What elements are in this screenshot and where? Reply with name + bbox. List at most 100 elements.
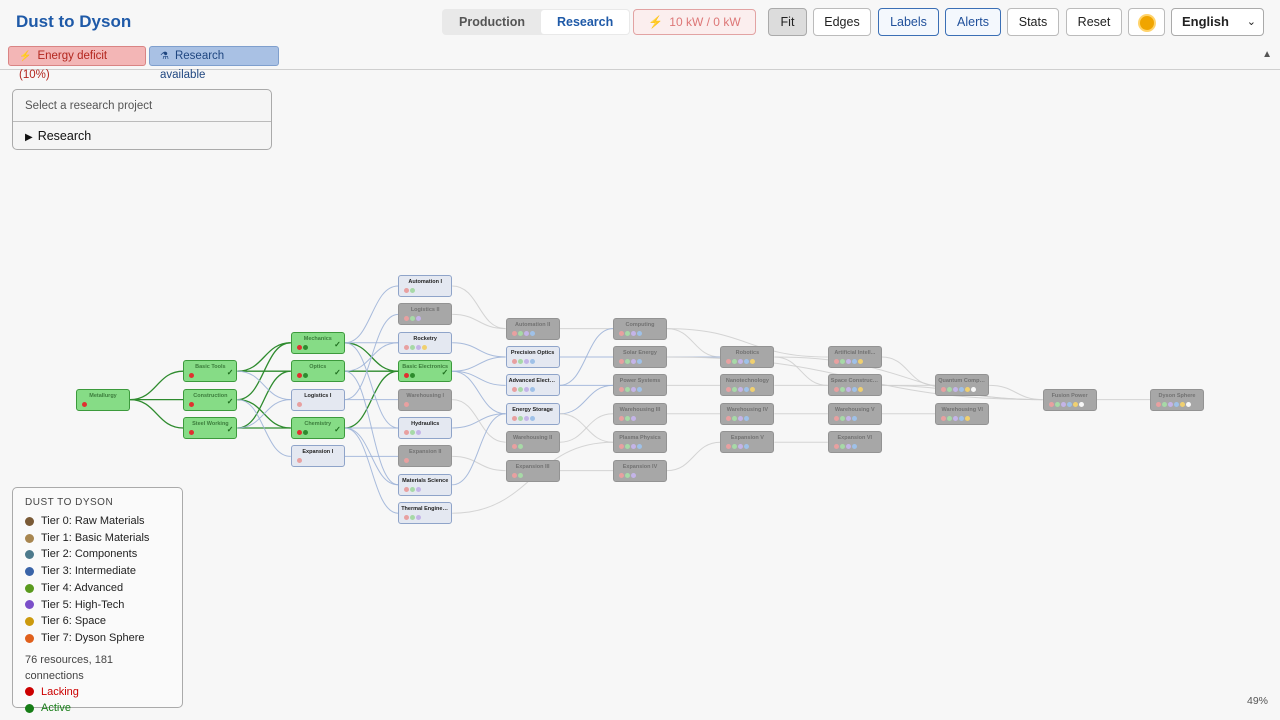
node-resource-dots xyxy=(726,387,756,393)
node-chemistry[interactable]: Chemistry ✓ xyxy=(290,417,345,439)
reset-button[interactable]: Reset xyxy=(1066,8,1122,36)
node-nanotechnology[interactable]: Nanotechnology xyxy=(720,374,775,397)
node-basic-electronics[interactable]: Basic Electronics ✓ xyxy=(398,360,453,383)
resource-dot-icon xyxy=(410,515,416,521)
resource-dot-icon xyxy=(625,444,630,450)
node-construction[interactable]: Construction ✓ xyxy=(183,388,238,411)
resource-dot-icon xyxy=(517,415,523,421)
resource-dot-icon xyxy=(839,415,845,421)
node-metallurgy[interactable]: Metallurgy xyxy=(76,388,130,411)
labels-button[interactable]: Labels xyxy=(878,8,939,36)
theme-toggle-button[interactable] xyxy=(1128,8,1165,36)
language-select[interactable]: English ⌄ xyxy=(1171,8,1264,36)
research-project-select[interactable]: Select a research project xyxy=(13,90,271,122)
node-expansion-6[interactable]: Expansion VI xyxy=(827,431,882,454)
node-dyson-sphere[interactable]: Dyson Sphere xyxy=(1150,388,1204,411)
node-steel-working[interactable]: Steel Working ✓ xyxy=(183,417,238,439)
tier-dot-icon xyxy=(25,633,34,643)
node-warehousing-3[interactable]: Warehousing III xyxy=(613,402,667,425)
node-logistics-2[interactable]: Logistics II xyxy=(398,303,453,326)
resource-dot-icon xyxy=(523,387,529,393)
research-available-label: Research available xyxy=(160,50,225,81)
resource-dot-icon xyxy=(1168,401,1173,407)
node-hydraulics[interactable]: Hydraulics xyxy=(398,417,453,439)
tab-production[interactable]: Production xyxy=(443,10,541,34)
alerts-button[interactable]: Alerts xyxy=(945,8,1001,36)
resource-dot-icon xyxy=(833,444,839,450)
resource-dot-icon xyxy=(619,359,624,364)
node-automation-1[interactable]: Automation I xyxy=(398,275,453,297)
node-power-systems[interactable]: Power Systems xyxy=(613,374,667,397)
node-plasma-physics[interactable]: Plasma Physics xyxy=(613,431,667,454)
node-expansion-4[interactable]: Expansion IV xyxy=(613,459,667,482)
research-available-alert[interactable]: ⚗ Research available xyxy=(149,46,279,81)
node-warehousing-6[interactable]: Warehousing VI xyxy=(935,402,990,425)
node-expansion-5[interactable]: Expansion V xyxy=(720,431,775,454)
resource-dot-icon xyxy=(529,359,535,364)
legend-active-label: Active xyxy=(41,702,71,715)
node-mechanics[interactable]: Mechanics ✓ xyxy=(290,331,345,354)
node-automation-2[interactable]: Automation II xyxy=(505,317,560,340)
tab-research[interactable]: Research xyxy=(540,10,630,34)
stats-button[interactable]: Stats xyxy=(1007,8,1059,36)
checkmark-icon: ✓ xyxy=(334,425,341,434)
node-solar-energy[interactable]: Solar Energy xyxy=(613,346,667,368)
resource-dot-icon xyxy=(404,344,410,350)
node-label: Robotics xyxy=(735,350,760,356)
energy-deficit-alert[interactable]: ⚡ Energy deficit (10%) xyxy=(8,46,146,81)
node-expansion-1[interactable]: Expansion I xyxy=(290,445,345,468)
edge-basic-tools-to-logistics-1 xyxy=(237,370,291,401)
resource-dot-icon xyxy=(1072,401,1078,407)
node-resource-dots xyxy=(404,316,422,322)
fit-button[interactable]: Fit xyxy=(768,8,807,36)
node-fusion-power[interactable]: Fusion Power xyxy=(1042,388,1097,411)
node-energy-storage[interactable]: Energy Storage xyxy=(505,402,560,425)
node-space-construction[interactable]: Space Construction xyxy=(827,374,882,397)
node-expansion-2[interactable]: Expansion II xyxy=(398,445,453,468)
collapse-alerts-icon[interactable]: ▲ xyxy=(1262,49,1272,60)
resource-dot-icon xyxy=(625,359,630,364)
node-label: Hydraulics xyxy=(411,421,440,427)
resource-dot-icon xyxy=(732,387,738,393)
node-rocketry[interactable]: Rocketry xyxy=(398,331,453,354)
node-quantum-computing[interactable]: Quantum Computing xyxy=(935,374,990,397)
edges-button[interactable]: Edges xyxy=(813,8,871,36)
resource-dot-icon xyxy=(1156,401,1161,407)
node-expansion-3[interactable]: Expansion III xyxy=(505,459,560,482)
research-summary-toggle[interactable]: ▶ Research xyxy=(13,122,271,152)
node-basic-tools[interactable]: Basic Tools ✓ xyxy=(183,360,238,383)
node-thermal-engineering[interactable]: Thermal Engineeri... xyxy=(398,502,453,525)
node-optics[interactable]: Optics ✓ xyxy=(290,360,345,383)
node-label: Automation I xyxy=(408,279,442,285)
node-warehousing-4[interactable]: Warehousing IV xyxy=(720,402,775,425)
node-materials-science[interactable]: Materials Science xyxy=(398,473,453,496)
node-label: Warehousing I xyxy=(406,392,445,399)
node-artificial-intelligence[interactable]: Artificial Intell... xyxy=(827,346,882,368)
node-resource-dots xyxy=(726,444,750,450)
resource-dot-icon xyxy=(416,430,422,435)
resource-dot-icon xyxy=(947,415,953,421)
power-indicator[interactable]: ⚡ 10 kW / 0 kW xyxy=(633,9,756,35)
node-warehousing-1[interactable]: Warehousing I xyxy=(398,388,453,411)
resource-dot-icon xyxy=(625,387,630,393)
resource-dot-icon xyxy=(410,316,416,322)
node-computing[interactable]: Computing xyxy=(613,317,667,340)
tier-dot-icon xyxy=(25,566,34,576)
node-robotics[interactable]: Robotics xyxy=(720,346,775,368)
node-precision-optics[interactable]: Precision Optics xyxy=(505,346,560,368)
node-warehousing-2[interactable]: Warehousing II xyxy=(505,431,560,454)
resource-dot-icon xyxy=(511,330,517,336)
resource-dot-icon xyxy=(833,359,839,364)
node-label: Solar Energy xyxy=(623,350,657,356)
resource-dot-icon xyxy=(833,387,839,393)
resource-dot-icon xyxy=(404,288,410,293)
resource-dot-icon xyxy=(941,387,947,393)
resource-dot-icon xyxy=(404,401,410,407)
node-warehousing-5[interactable]: Warehousing V xyxy=(827,402,882,425)
node-advanced-electronics[interactable]: Advanced Electron... xyxy=(505,374,560,397)
node-logistics-1[interactable]: Logistics I xyxy=(290,388,345,411)
edge-expansion-2-to-expansion-3 xyxy=(452,455,506,472)
node-label: Rocketry xyxy=(413,335,437,342)
node-label: Warehousing IV xyxy=(726,406,769,413)
resource-dot-icon xyxy=(738,359,744,364)
